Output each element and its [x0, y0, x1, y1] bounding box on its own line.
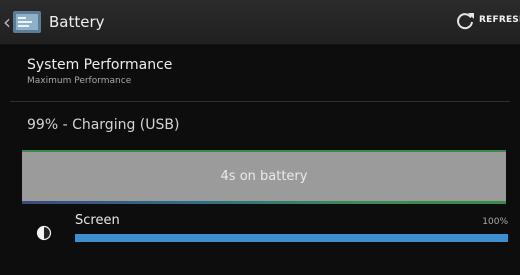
action-bar: ‹ Battery REFRESH [0, 0, 520, 45]
refresh-button[interactable]: REFRESH [450, 0, 520, 44]
performance-title: System Performance [27, 57, 173, 73]
performance-subtitle: Maximum Performance [27, 76, 132, 86]
graph-strip [22, 201, 506, 204]
usage-label: Screen [75, 213, 120, 228]
battery-history-graph[interactable]: 4s on battery [22, 150, 506, 204]
system-performance-item[interactable]: System Performance Maximum Performance [0, 44, 520, 100]
page-title: Battery [49, 13, 105, 31]
battery-app-icon[interactable] [12, 8, 42, 36]
divider [10, 101, 510, 102]
usage-item-screen[interactable]: Screen 100% [0, 210, 520, 255]
graph-label: 4s on battery [220, 169, 308, 184]
usage-bar-fill [75, 234, 508, 242]
charge-status: 99% - Charging (USB) [27, 117, 180, 133]
brightness-icon [36, 225, 52, 241]
usage-bar-track [75, 234, 508, 242]
refresh-label: REFRESH [479, 15, 520, 25]
refresh-icon [457, 13, 474, 30]
usage-percent: 100% [482, 217, 508, 227]
